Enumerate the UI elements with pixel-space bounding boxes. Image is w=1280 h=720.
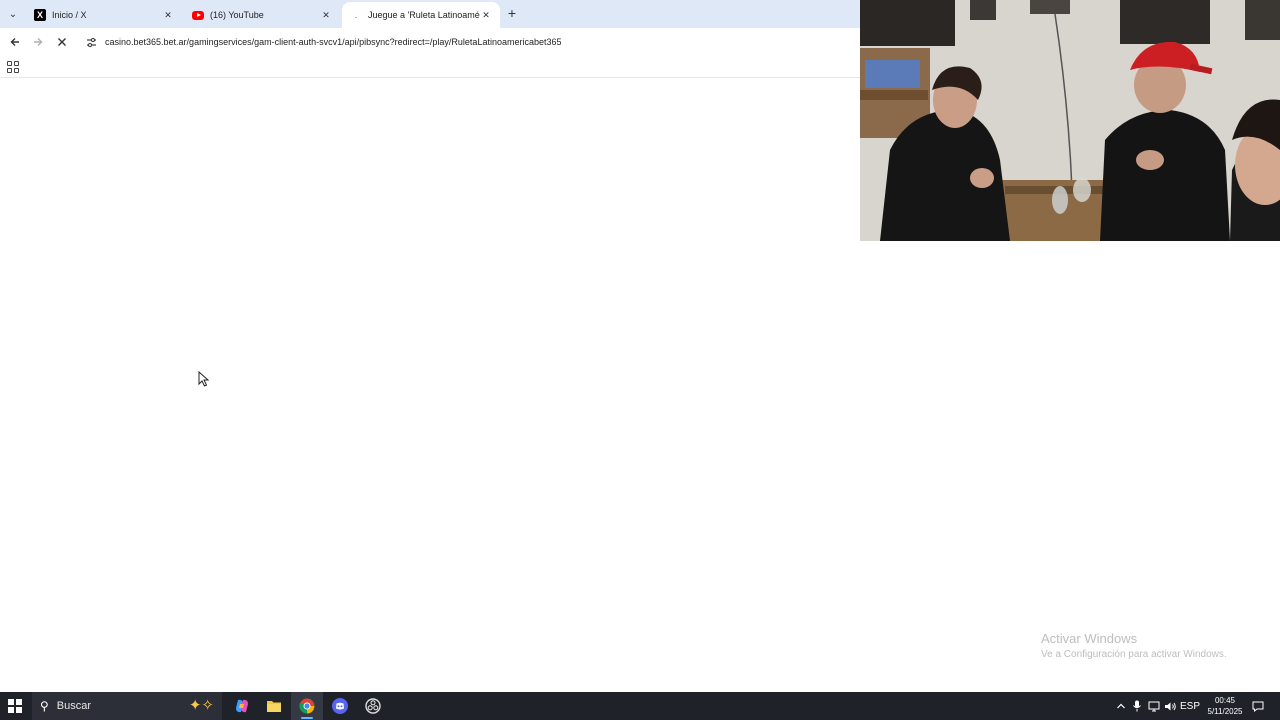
tab-close-icon[interactable]: ✕ bbox=[162, 9, 174, 21]
tab-title: (16) YouTube bbox=[210, 10, 264, 20]
back-arrow-icon[interactable] bbox=[6, 33, 24, 51]
apps-grid-icon[interactable] bbox=[7, 61, 19, 73]
clock-time: 00:45 bbox=[1214, 696, 1236, 705]
network-icon[interactable] bbox=[1146, 692, 1162, 720]
tab-close-icon[interactable]: ✕ bbox=[480, 9, 492, 21]
tab-title: Juegue a 'Ruleta Latinoamérica bbox=[368, 10, 480, 20]
copilot-app-icon[interactable] bbox=[226, 692, 258, 720]
search-placeholder: Buscar bbox=[56, 700, 92, 712]
search-icon: ⚲ bbox=[40, 699, 49, 713]
page-content bbox=[0, 79, 860, 692]
chrome-app-icon[interactable] bbox=[291, 692, 323, 720]
new-tab-plus-icon[interactable]: + bbox=[504, 5, 520, 21]
activate-windows-watermark: Activar Windows Ve a Configuración para … bbox=[1041, 631, 1227, 660]
tab-strip: ⌄ X Inicio / X ✕ (16) YouTube ✕ . Juegue… bbox=[0, 0, 860, 28]
taskbar-search-box[interactable]: ⚲ Buscar ✦✧ bbox=[32, 692, 222, 720]
youtube-icon bbox=[192, 9, 204, 21]
start-windows-icon[interactable] bbox=[8, 699, 22, 713]
site-info-tune-icon[interactable] bbox=[84, 35, 98, 49]
windows-taskbar: ⚲ Buscar ✦✧ ESP 00:45 5/11/2025 bbox=[0, 692, 1280, 720]
tab-close-icon[interactable]: ✕ bbox=[320, 9, 332, 21]
tab-title: Inicio / X bbox=[52, 10, 87, 20]
screen: ⌄ X Inicio / X ✕ (16) YouTube ✕ . Juegue… bbox=[0, 0, 1280, 720]
volume-icon[interactable] bbox=[1162, 692, 1178, 720]
watermark-title: Activar Windows bbox=[1041, 631, 1138, 646]
tab-x[interactable]: X Inicio / X ✕ bbox=[26, 2, 182, 28]
tab-ruleta[interactable]: . Juegue a 'Ruleta Latinoamérica ✕ bbox=[342, 2, 500, 28]
obs-app-icon[interactable] bbox=[357, 692, 389, 720]
microphone-icon[interactable] bbox=[1130, 692, 1144, 720]
tab-youtube[interactable]: (16) YouTube ✕ bbox=[184, 2, 340, 28]
stop-loading-icon[interactable] bbox=[53, 33, 71, 51]
x-logo-icon: X bbox=[34, 9, 46, 21]
language-indicator[interactable]: ESP bbox=[1180, 692, 1200, 720]
address-bar[interactable]: casino.bet365.bet.ar/gamingservices/gam-… bbox=[78, 31, 860, 53]
taskbar-clock[interactable]: 00:45 5/11/2025 bbox=[1200, 695, 1250, 717]
watermark-subtitle: Ve a Configuración para activar Windows. bbox=[1041, 649, 1227, 660]
bookmarks-bar bbox=[0, 56, 860, 78]
mouse-cursor-icon bbox=[198, 371, 210, 387]
browser-toolbar: casino.bet365.bet.ar/gamingservices/gam-… bbox=[0, 28, 860, 56]
webcam-feed-image bbox=[860, 0, 1280, 241]
copilot-sparkle-icon: ✦✧ bbox=[188, 697, 214, 714]
chevron-up-icon[interactable] bbox=[1114, 692, 1128, 720]
forward-arrow-icon[interactable] bbox=[29, 33, 47, 51]
file-explorer-icon[interactable] bbox=[258, 692, 290, 720]
loading-icon: . bbox=[354, 10, 358, 20]
url-text: casino.bet365.bet.ar/gamingservices/gam-… bbox=[105, 37, 562, 47]
notification-icon[interactable] bbox=[1250, 692, 1266, 720]
tab-search-chevron-icon[interactable]: ⌄ bbox=[4, 5, 22, 23]
clock-date: 5/11/2025 bbox=[1207, 707, 1243, 716]
webcam-overlay bbox=[860, 0, 1280, 241]
discord-app-icon[interactable] bbox=[324, 692, 356, 720]
